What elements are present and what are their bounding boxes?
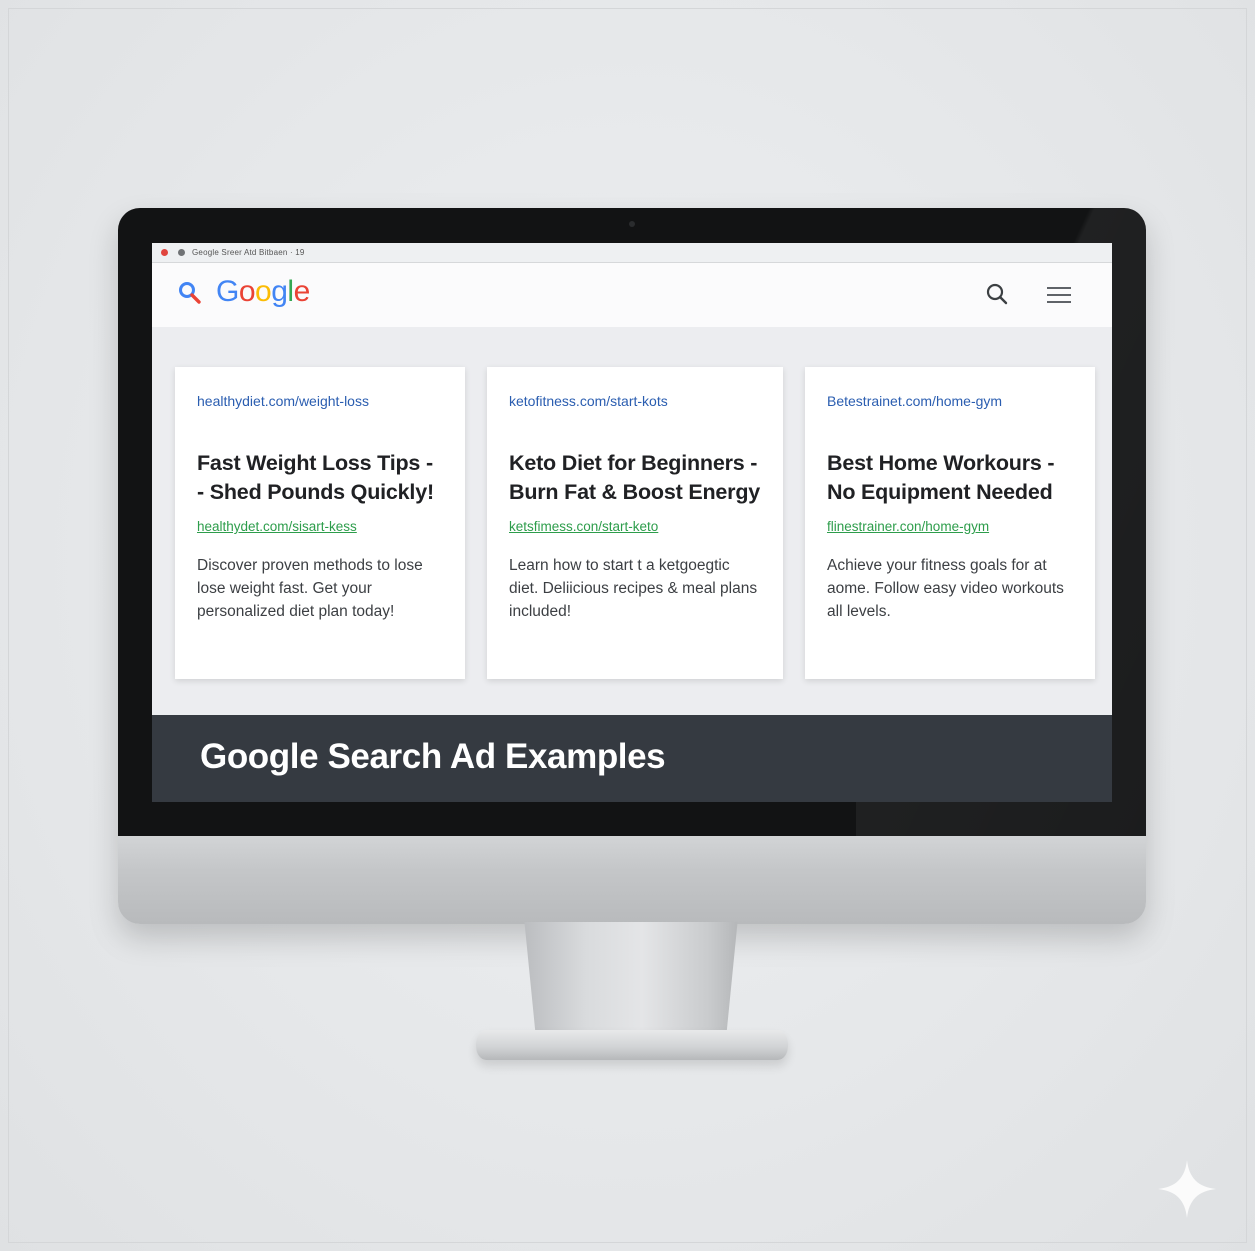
search-icon[interactable] xyxy=(984,281,1010,307)
titlebar-text: Geogle Sreer Atd Bitbaen · 19 xyxy=(192,248,305,257)
ad-description: Achieve your fitness goals for at aome. … xyxy=(827,557,1064,620)
browser-titlebar: Geogle Sreer Atd Bitbaen · 19 xyxy=(152,243,1112,263)
monitor-bezel: Geogle Sreer Atd Bitbaen · 19 Google hea… xyxy=(118,208,1146,836)
screen: Geogle Sreer Atd Bitbaen · 19 Google hea… xyxy=(152,243,1112,802)
hamburger-menu-icon[interactable] xyxy=(1046,285,1072,305)
caption-banner: Google Search Ad Examples xyxy=(152,715,1112,802)
ad-description: Learn how to start t a ketgoegtic diet. … xyxy=(509,557,758,620)
logo-letter: g xyxy=(271,275,288,308)
ad-display-url[interactable]: healthydiet.com/weight-loss xyxy=(197,393,443,415)
ad-card-home-gym[interactable]: Betestrainet.com/home-gym Best Home Work… xyxy=(805,367,1095,679)
ad-link-url[interactable]: flinestrainer.con/home-gym xyxy=(827,519,1073,534)
ad-description: Discover proven methods to lose lose wei… xyxy=(197,557,423,620)
logo-letter: G xyxy=(216,275,239,308)
banner-title: Google Search Ad Examples xyxy=(200,737,666,776)
app-header: Google xyxy=(152,263,1112,327)
ad-headline[interactable]: Fast Weight Loss Tips - - Shed Pounds Qu… xyxy=(197,449,443,507)
ad-card-healthydiet[interactable]: healthydiet.com/weight-loss Fast Weight … xyxy=(175,367,465,679)
monitor-stand-neck xyxy=(524,922,738,1034)
monitor: Geogle Sreer Atd Bitbaen · 19 Google hea… xyxy=(118,208,1146,924)
close-window-button[interactable] xyxy=(161,249,168,256)
logo-letter: o xyxy=(238,275,256,308)
google-logo[interactable]: Google xyxy=(216,275,310,309)
ad-card-ketofitness[interactable]: ketofitness.com/start-kots Keto Diet for… xyxy=(487,367,783,679)
monitor-stand-base xyxy=(476,1030,788,1060)
ad-display-url[interactable]: ketofitness.com/start-kots xyxy=(509,393,761,415)
ad-display-url[interactable]: Betestrainet.com/home-gym xyxy=(827,393,1073,415)
logo-letter: o xyxy=(255,275,272,308)
monitor-chin xyxy=(118,836,1146,924)
ads-container: healthydiet.com/weight-loss Fast Weight … xyxy=(152,327,1112,713)
ad-link-url[interactable]: ketsfimess.con/start-keto xyxy=(509,519,761,534)
minimize-window-button[interactable] xyxy=(178,249,185,256)
logo-letter: e xyxy=(293,275,311,308)
ad-headline[interactable]: Best Home Workours - No Equipment Needed xyxy=(827,449,1073,507)
ad-headline[interactable]: Keto Diet for Beginners - Burn Fat & Boo… xyxy=(509,449,761,507)
ad-link-url[interactable]: healthydet.com/sisart-kess xyxy=(197,519,443,534)
search-icon xyxy=(179,282,201,304)
sparkle-icon xyxy=(1158,1160,1216,1218)
webcam xyxy=(629,221,635,227)
